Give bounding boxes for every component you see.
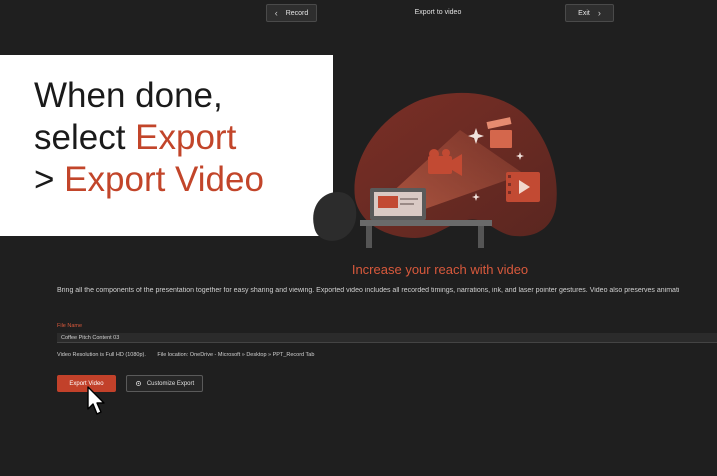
file-location-text: File location: OneDrive - Microsoft » De… [157, 352, 315, 358]
caption-line-2-prefix: select [34, 118, 136, 157]
file-name-label: File Name [57, 323, 83, 329]
chevron-left-icon: ‹ [274, 7, 278, 18]
chevron-right-icon: › [597, 7, 601, 18]
caption-line-3-prefix: > [34, 160, 65, 199]
resolution-text: Video Resolution is Full HD (1080p). [57, 352, 146, 358]
caption-line-3-accent: Export Video [64, 160, 264, 199]
gear-icon [135, 380, 141, 387]
dark-leaf [313, 192, 357, 241]
caption-line-1: When done, [34, 76, 223, 115]
customize-export-button[interactable]: Customize Export [126, 375, 203, 392]
exit-button[interactable]: Exit › [565, 4, 614, 22]
record-button[interactable]: ‹ Record [266, 4, 317, 22]
top-toolbar: ‹ Record Export to video Exit › [0, 0, 717, 32]
caption-line-3: > Export Video [34, 159, 333, 201]
customize-export-label: Customize Export [146, 380, 195, 387]
clapperboard-icon [486, 117, 512, 148]
file-name-input[interactable] [57, 333, 717, 343]
instruction-caption: When done, select Export > Export Video [0, 55, 333, 236]
exit-button-label: Exit [578, 9, 590, 17]
description-text: Bring all the components of the presenta… [57, 287, 680, 294]
page-title: Export to video [414, 9, 462, 16]
film-icon [506, 172, 540, 202]
mouse-pointer-icon [87, 386, 105, 415]
caption-line-2-accent: Export [135, 118, 237, 157]
file-info-row: Video Resolution is Full HD (1080p). Fil… [57, 352, 324, 358]
headline: Increase your reach with video [351, 262, 529, 277]
record-button-label: Record [285, 9, 309, 17]
video-export-illustration [313, 92, 557, 248]
caption-line-2: select Export [34, 117, 333, 159]
